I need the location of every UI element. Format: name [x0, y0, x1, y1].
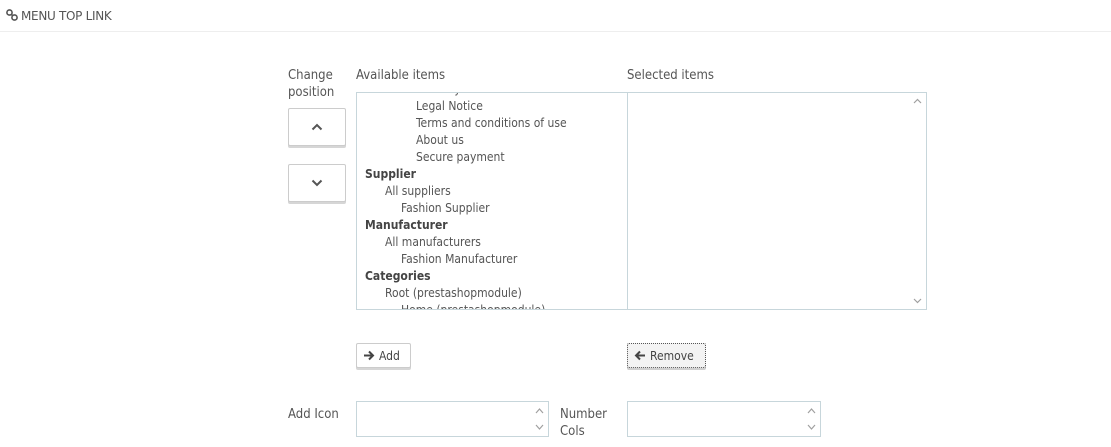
available-items-label: Available items	[356, 68, 446, 83]
list-group-header: Manufacturer	[365, 218, 448, 232]
scroll-up-icon[interactable]	[807, 407, 816, 415]
remove-button-label: Remove	[650, 348, 694, 363]
number-cols-field[interactable]	[627, 401, 821, 437]
arrow-right-icon	[364, 350, 375, 361]
number-cols-label: Number Cols	[560, 407, 607, 439]
list-item[interactable]: Secure payment	[357, 149, 627, 166]
list-item[interactable]: About us	[357, 132, 627, 149]
list-item[interactable]: Root (prestashopmodule)	[357, 285, 627, 302]
selected-items-list[interactable]	[627, 92, 927, 310]
available-items-list[interactable]: DeliveryLegal NoticeTerms and conditions…	[356, 92, 628, 310]
scrollbar[interactable]	[531, 402, 548, 436]
available-items-options: DeliveryLegal NoticeTerms and conditions…	[357, 93, 627, 309]
scroll-down-icon[interactable]	[535, 423, 544, 431]
list-group-header: Categories	[365, 269, 431, 283]
add-button[interactable]: Add	[356, 343, 411, 368]
list-item[interactable]: All manufacturers	[357, 234, 627, 251]
scroll-down-icon[interactable]	[913, 296, 922, 305]
remove-button[interactable]: Remove	[627, 343, 706, 368]
list-item[interactable]: All suppliers	[357, 183, 627, 200]
list-group-header: Supplier	[365, 167, 416, 181]
add-icon-field[interactable]	[356, 401, 549, 437]
chevron-up-icon	[311, 123, 323, 131]
link-icon	[6, 9, 18, 21]
list-item[interactable]: Terms and conditions of use	[357, 115, 627, 132]
change-position-label: Change position	[288, 68, 335, 100]
add-icon-label: Add Icon	[288, 407, 339, 422]
selected-items-label: Selected items	[627, 68, 714, 83]
panel-heading: MENU TOP LINK	[0, 0, 1111, 32]
scroll-up-icon[interactable]	[913, 97, 922, 106]
panel-title: MENU TOP LINK	[21, 9, 112, 23]
move-down-button[interactable]	[288, 164, 346, 202]
scrollbar[interactable]	[909, 93, 926, 309]
scroll-down-icon[interactable]	[807, 423, 816, 431]
scroll-up-icon[interactable]	[535, 407, 544, 415]
scrollbar[interactable]	[803, 402, 820, 436]
arrow-left-icon	[634, 350, 645, 361]
list-item[interactable]: Fashion Manufacturer	[357, 251, 627, 268]
move-up-button[interactable]	[288, 108, 346, 146]
list-item[interactable]: Fashion Supplier	[357, 200, 627, 217]
add-button-label: Add	[379, 348, 400, 363]
chevron-down-icon	[311, 179, 323, 187]
list-item[interactable]: Home (prestashopmodule)	[357, 302, 627, 309]
list-item[interactable]: Legal Notice	[357, 98, 627, 115]
